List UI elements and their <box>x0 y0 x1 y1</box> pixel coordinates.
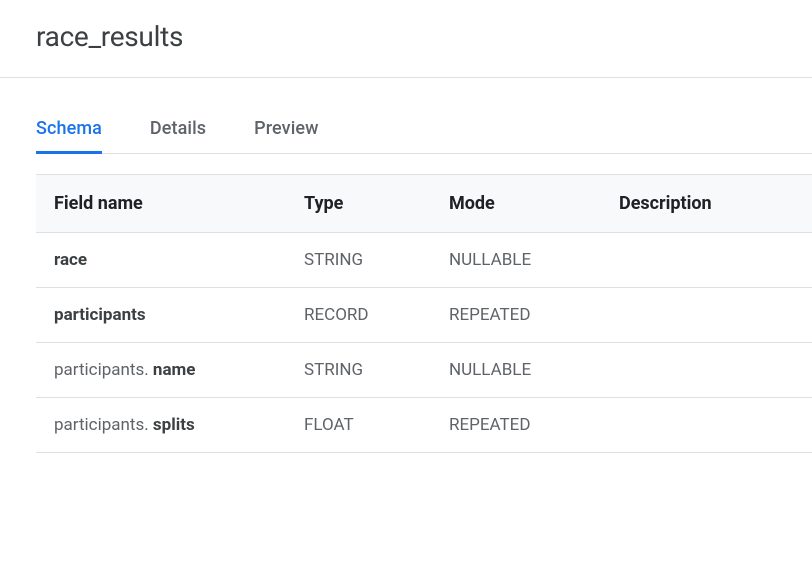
cell-field-name: participants <box>36 288 286 343</box>
cell-description <box>601 343 812 398</box>
cell-mode: NULLABLE <box>431 233 601 288</box>
column-header-mode: Mode <box>431 175 601 233</box>
column-header-description: Description <box>601 175 812 233</box>
tab-details[interactable]: Details <box>150 118 206 154</box>
table-header-row: Field name Type Mode Description <box>36 175 812 233</box>
table-row: participants. splits FLOAT REPEATED <box>36 398 812 453</box>
cell-type: RECORD <box>286 288 431 343</box>
cell-field-name: participants. splits <box>36 398 286 453</box>
cell-field-name: participants. name <box>36 343 286 398</box>
cell-description <box>601 288 812 343</box>
table-row: race STRING NULLABLE <box>36 233 812 288</box>
column-header-type: Type <box>286 175 431 233</box>
cell-field-name: race <box>36 233 286 288</box>
table-row: participants. name STRING NULLABLE <box>36 343 812 398</box>
schema-table: Field name Type Mode Description race ST… <box>36 174 812 453</box>
cell-type: FLOAT <box>286 398 431 453</box>
tab-schema[interactable]: Schema <box>36 118 102 154</box>
tab-preview[interactable]: Preview <box>254 118 318 154</box>
cell-mode: REPEATED <box>431 398 601 453</box>
table-row: participants RECORD REPEATED <box>36 288 812 343</box>
cell-mode: NULLABLE <box>431 343 601 398</box>
cell-description <box>601 233 812 288</box>
cell-type: STRING <box>286 233 431 288</box>
tabs-container: Schema Details Preview <box>36 118 812 154</box>
page-title: race_results <box>36 20 812 53</box>
cell-mode: REPEATED <box>431 288 601 343</box>
content-area: Schema Details Preview Field name Type M… <box>0 118 812 453</box>
cell-type: STRING <box>286 343 431 398</box>
column-header-field-name: Field name <box>36 175 286 233</box>
cell-description <box>601 398 812 453</box>
header: race_results <box>0 0 812 78</box>
schema-table-container: Field name Type Mode Description race ST… <box>36 174 812 453</box>
